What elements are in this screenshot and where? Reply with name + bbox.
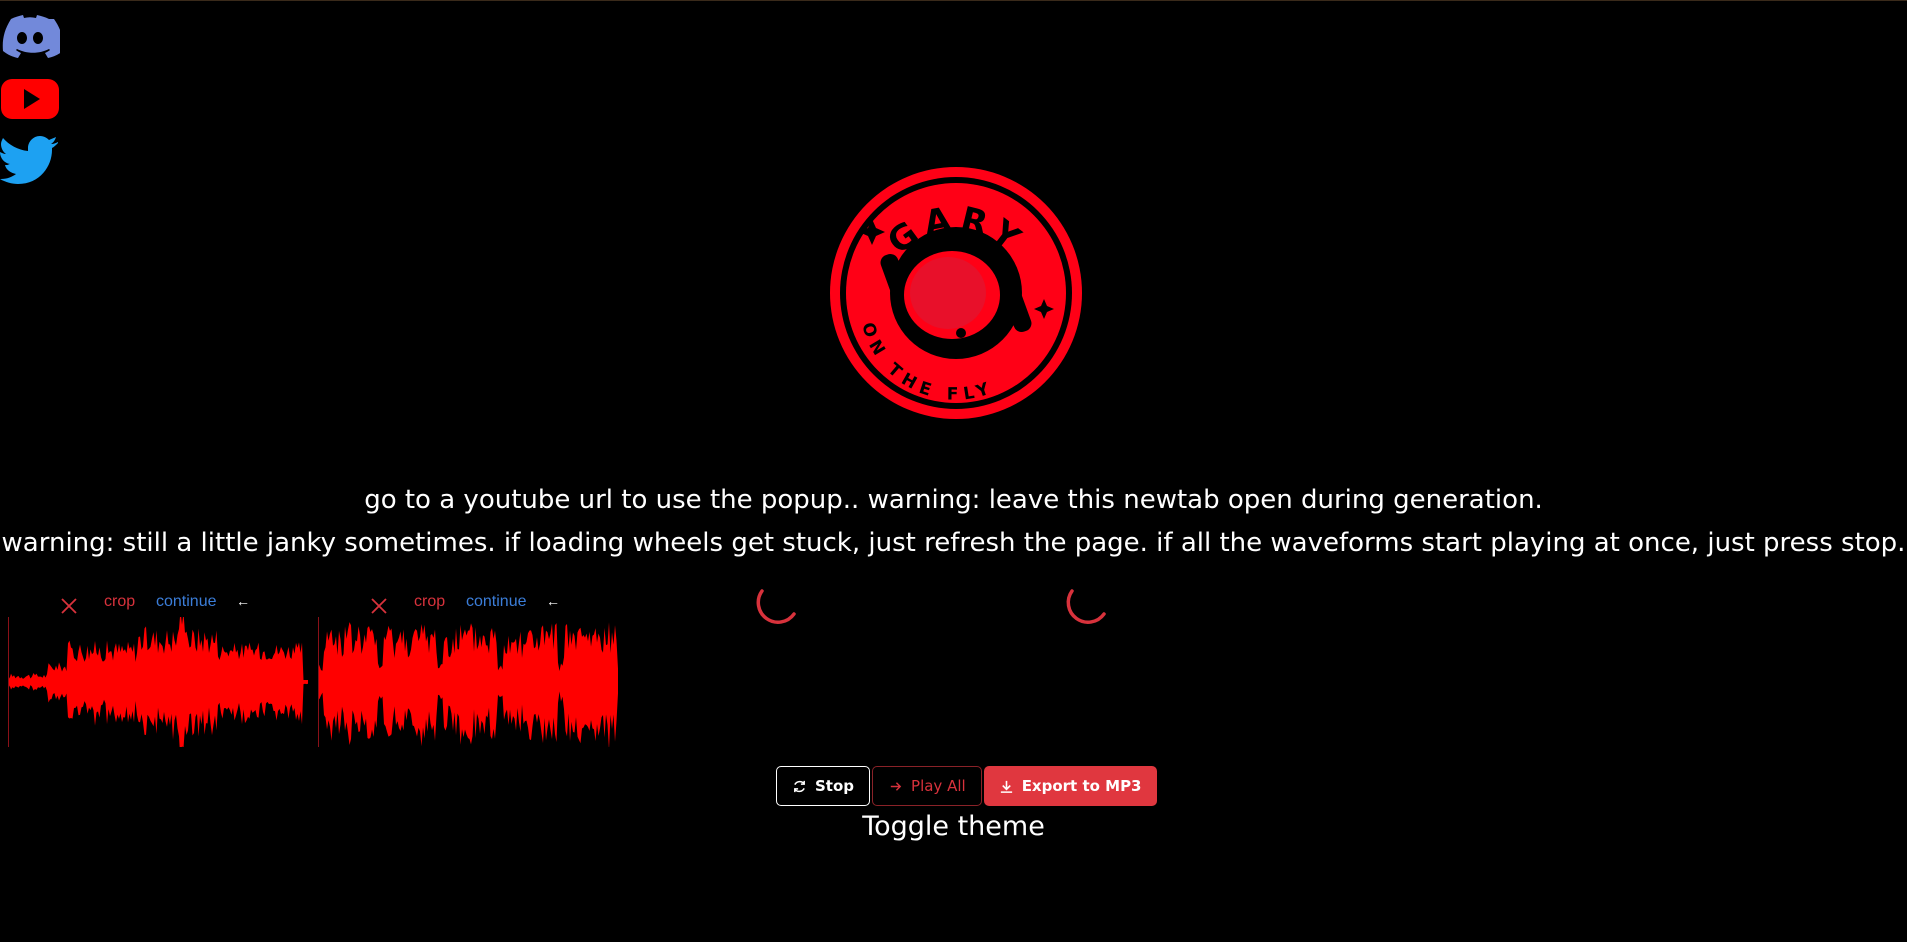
- continue-button[interactable]: continue: [466, 593, 527, 611]
- download-icon: [1000, 780, 1012, 793]
- crop-button[interactable]: crop: [104, 593, 135, 611]
- instruction-line-1: go to a youtube url to use the popup.. w…: [364, 485, 1543, 515]
- close-icon[interactable]: [370, 597, 388, 615]
- twitter-icon: [0, 136, 58, 184]
- export-mp3-button[interactable]: Export to MP3: [983, 766, 1157, 806]
- gary-logo: GARY ON THE FLY: [830, 167, 1082, 419]
- social-links: [0, 9, 62, 191]
- instructions: go to a youtube url to use the popup.. w…: [0, 479, 1907, 565]
- play-all-label: Play All: [911, 777, 966, 795]
- waveform[interactable]: [8, 617, 308, 747]
- discord-link[interactable]: [0, 9, 62, 67]
- close-icon[interactable]: [60, 597, 78, 615]
- youtube-icon: [1, 79, 59, 119]
- loading-spinner: [754, 581, 800, 627]
- export-label: Export to MP3: [1021, 777, 1142, 795]
- stop-label: Stop: [815, 777, 855, 795]
- stop-button[interactable]: Stop: [776, 766, 871, 806]
- continue-button[interactable]: continue: [156, 593, 217, 611]
- waveform-card-2: crop continue ←: [318, 587, 618, 747]
- youtube-link[interactable]: [0, 71, 62, 129]
- arrow-left-icon[interactable]: ←: [236, 593, 250, 609]
- twitter-link[interactable]: [0, 133, 62, 191]
- waveform-card-1: crop continue ←: [8, 587, 308, 747]
- arrow-left-icon[interactable]: ←: [546, 593, 560, 609]
- discord-icon: [2, 15, 60, 58]
- play-all-button[interactable]: Play All: [872, 766, 982, 806]
- instruction-line-2: warning: still a little janky sometimes.…: [1, 528, 1906, 558]
- toggle-theme-button[interactable]: Toggle theme: [0, 811, 1907, 842]
- loading-spinner: [1064, 581, 1110, 627]
- crop-button[interactable]: crop: [414, 593, 445, 611]
- waveform[interactable]: [318, 617, 618, 747]
- refresh-icon: [794, 780, 805, 792]
- action-bar: Stop Play All Export to MP3: [776, 766, 1157, 806]
- arrow-right-icon: [890, 781, 902, 791]
- page: GARY ON THE FLY go to a youtube url to u…: [0, 0, 1907, 942]
